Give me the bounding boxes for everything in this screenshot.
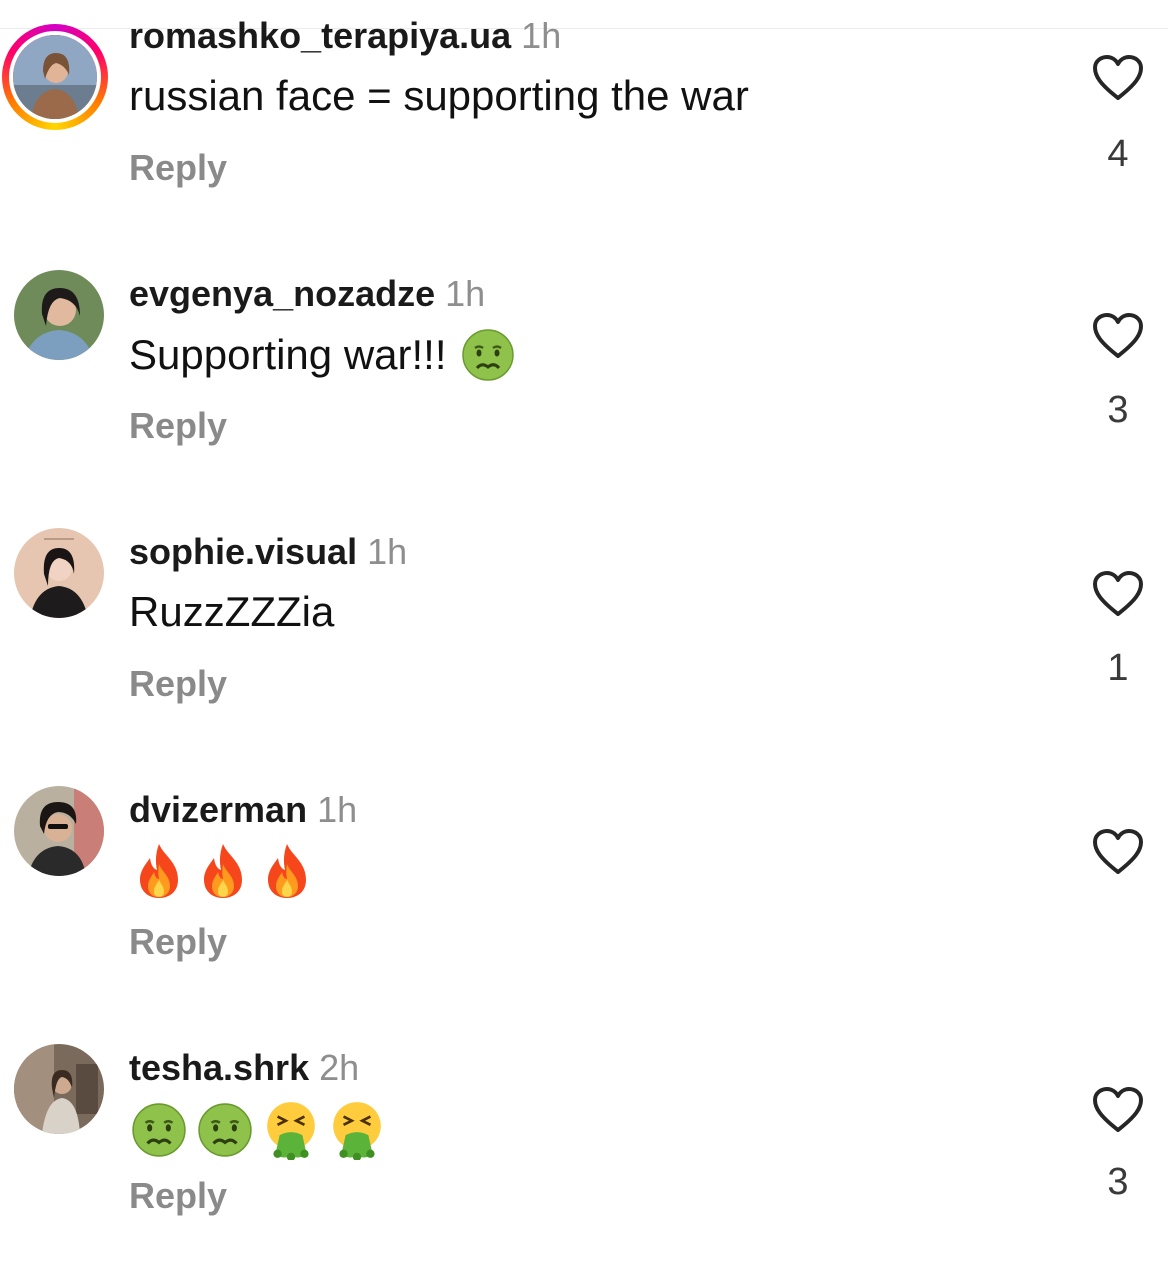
comment-text: russian face = supporting the war — [129, 70, 749, 122]
reply-button[interactable]: Reply — [129, 1174, 227, 1218]
comment-text: Supporting war!!! — [129, 328, 515, 382]
reply-button[interactable]: Reply — [129, 920, 227, 964]
timestamp: 1h — [445, 273, 486, 314]
comment-text: RuzzZZZia — [129, 586, 334, 638]
comment-item: sophie.visual 1h RuzzZZZia Reply 1 — [0, 512, 1168, 770]
comment-item: tesha.shrk 2h Reply 3 — [0, 1028, 1168, 1286]
reply-button[interactable]: Reply — [129, 404, 227, 448]
username-link[interactable]: sophie.visual — [129, 531, 357, 572]
vomiting-face-icon — [267, 1102, 315, 1160]
username-link[interactable]: dvizerman — [129, 789, 307, 830]
heart-outline-icon[interactable] — [1092, 570, 1144, 618]
heart-outline-icon[interactable] — [1092, 312, 1144, 360]
like-count: 3 — [1107, 389, 1129, 431]
avatar[interactable] — [14, 528, 104, 618]
comment-body: russian face = supporting the war — [129, 72, 749, 119]
comment-header: romashko_terapiya.ua 1h — [129, 14, 561, 58]
comment-body: Supporting war!!! — [129, 331, 447, 378]
reply-button[interactable]: Reply — [129, 662, 227, 706]
fire-icon — [268, 844, 306, 898]
username-link[interactable]: romashko_terapiya.ua — [129, 15, 511, 56]
comment-body: RuzzZZZia — [129, 588, 335, 635]
avatar[interactable] — [14, 270, 104, 360]
like-count: 1 — [1107, 647, 1129, 689]
heart-outline-icon[interactable] — [1092, 54, 1144, 102]
fire-icon — [204, 844, 242, 898]
comment-item: evgenya_nozadze 1h Supporting war!!! Repl… — [0, 254, 1168, 512]
timestamp: 1h — [367, 531, 408, 572]
fire-icon — [140, 844, 178, 898]
avatar-story-ring[interactable] — [2, 24, 108, 130]
username-link[interactable]: tesha.shrk — [129, 1047, 309, 1088]
username-link[interactable]: evgenya_nozadze — [129, 273, 435, 314]
comment-text — [131, 1100, 385, 1160]
vomiting-face-icon — [333, 1102, 381, 1160]
timestamp: 2h — [319, 1047, 360, 1088]
nauseated-face-icon — [132, 1103, 186, 1157]
like-count: 3 — [1107, 1161, 1129, 1203]
nauseated-face-icon — [461, 329, 514, 381]
comment-header: sophie.visual 1h — [129, 530, 407, 574]
comment-header: evgenya_nozadze 1h — [129, 272, 485, 316]
heart-outline-icon[interactable] — [1092, 828, 1144, 876]
like-count: 4 — [1107, 133, 1129, 175]
avatar[interactable] — [14, 1044, 104, 1134]
comment-header: dvizerman 1h — [129, 788, 357, 832]
nauseated-face-icon — [198, 1103, 252, 1157]
reply-button[interactable]: Reply — [129, 146, 227, 190]
avatar[interactable] — [14, 786, 104, 876]
timestamp: 1h — [521, 15, 562, 56]
heart-outline-icon[interactable] — [1092, 1086, 1144, 1134]
comment-item: dvizerman 1h Reply — [0, 770, 1168, 1028]
timestamp: 1h — [317, 789, 358, 830]
avatar — [9, 31, 101, 123]
comment-header: tesha.shrk 2h — [129, 1046, 359, 1090]
comment-item: romashko_terapiya.ua 1h russian face = su… — [0, 0, 1168, 254]
comment-text — [132, 842, 314, 900]
